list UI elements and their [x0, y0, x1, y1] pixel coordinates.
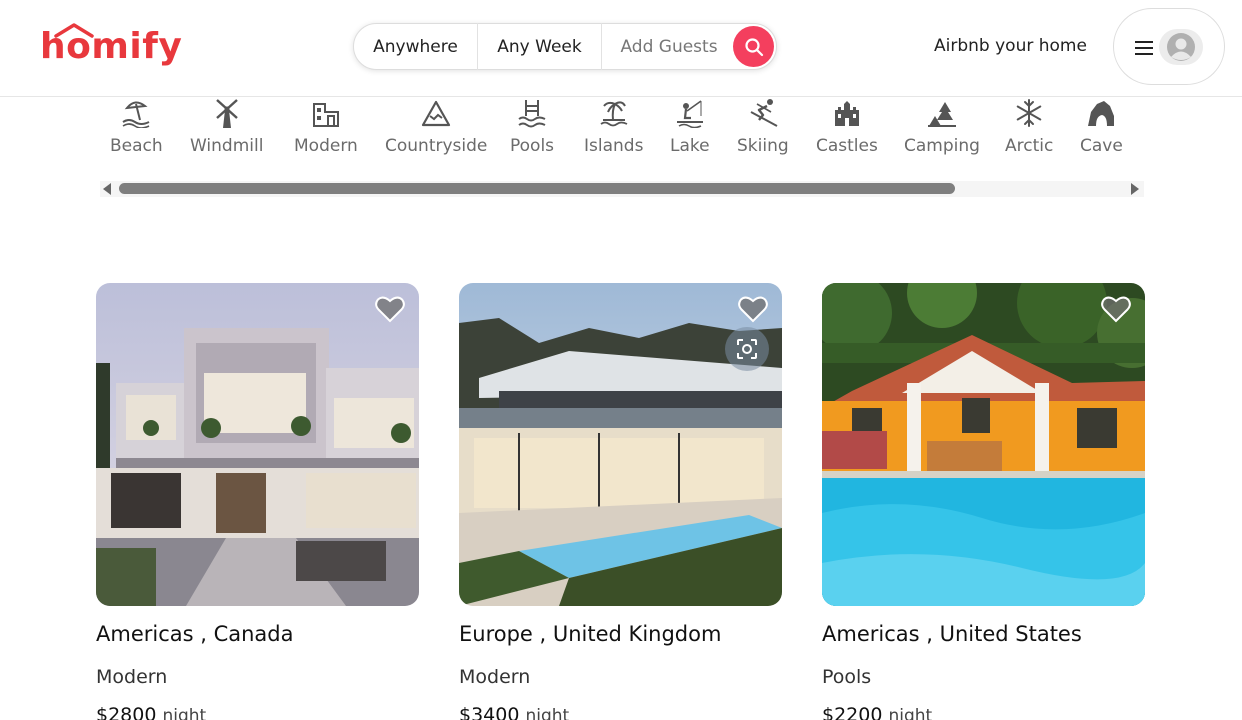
scrollbar-thumb[interactable]	[119, 183, 955, 194]
mountain-icon	[422, 100, 451, 127]
modern-building-icon	[312, 103, 339, 127]
category-bar: Beach Windmill Modern Countryside Pools …	[100, 97, 1145, 167]
category-pools[interactable]: Pools	[510, 97, 554, 156]
category-scrollbar[interactable]	[100, 181, 1144, 197]
favorite-heart-icon[interactable]	[1101, 295, 1131, 323]
category-arctic[interactable]: Arctic	[1005, 97, 1053, 156]
listing-location: Americas , Canada	[96, 622, 294, 646]
category-islands[interactable]: Islands	[584, 97, 643, 156]
user-menu-button[interactable]	[1113, 8, 1225, 85]
price-amount: $2800	[96, 704, 157, 720]
search-where[interactable]: Anywhere	[354, 23, 478, 70]
listing-type: Pools	[822, 666, 872, 688]
lake-fishing-icon	[676, 100, 703, 128]
listing-price: $2800 night	[96, 704, 419, 720]
category-castles[interactable]: Castles	[816, 97, 878, 156]
search-guests[interactable]: Add Guests	[602, 23, 736, 70]
category-lake[interactable]: Lake	[670, 97, 710, 156]
windmill-icon	[215, 99, 238, 128]
price-amount: $2200	[822, 704, 883, 720]
listing-photo[interactable]	[459, 283, 782, 606]
homify-logo[interactable]: homify	[40, 22, 200, 70]
skiing-icon	[750, 99, 778, 127]
category-cave[interactable]: Cave	[1080, 97, 1123, 156]
listing-card[interactable]: Americas , Canada Modern $2800 night	[96, 283, 419, 720]
search-icon	[744, 37, 763, 56]
listing-location: Europe , United Kingdom	[459, 622, 722, 646]
scroll-right-arrow-icon[interactable]	[1130, 183, 1140, 195]
castle-icon	[834, 101, 859, 126]
orange-house-pool-image	[822, 283, 1145, 606]
price-unit: night	[525, 706, 570, 720]
cave-icon	[1088, 101, 1115, 126]
pool-icon	[518, 100, 546, 128]
favorite-heart-icon[interactable]	[738, 295, 768, 323]
visual-search-icon	[737, 339, 757, 359]
price-amount: $3400	[459, 704, 520, 720]
listing-price: $3400 night	[459, 704, 782, 720]
listing-photo[interactable]	[96, 283, 419, 606]
visual-search-button[interactable]	[725, 327, 769, 371]
hamburger-icon	[1135, 41, 1153, 55]
scroll-left-arrow-icon[interactable]	[102, 183, 112, 195]
category-camping[interactable]: Camping	[904, 97, 980, 156]
category-beach[interactable]: Beach	[110, 97, 163, 156]
favorite-heart-icon[interactable]	[375, 295, 405, 323]
price-unit: night	[888, 706, 933, 720]
category-windmill[interactable]: Windmill	[190, 97, 263, 156]
listing-card[interactable]: Americas , United States Pools $2200 nigh…	[822, 283, 1145, 720]
search-button[interactable]	[733, 26, 774, 67]
host-link[interactable]: Airbnb your home	[934, 36, 1087, 56]
logo-text: homify	[40, 26, 183, 67]
category-skiing[interactable]: Skiing	[737, 97, 789, 156]
snowflake-icon	[1016, 99, 1042, 127]
search-bar[interactable]: Anywhere Any Week Add Guests	[353, 23, 777, 70]
modern-villa-image	[96, 283, 419, 606]
island-icon	[600, 101, 628, 127]
category-countryside[interactable]: Countryside	[385, 97, 487, 156]
avatar	[1159, 29, 1203, 65]
category-modern[interactable]: Modern	[294, 97, 358, 156]
listing-location: Americas , United States	[822, 622, 1082, 646]
beach-umbrella-icon	[122, 101, 150, 128]
listing-card[interactable]: Europe , United Kingdom Modern $3400 nigh…	[459, 283, 782, 720]
listing-price: $2200 night	[822, 704, 1145, 720]
listing-type: Modern	[96, 666, 168, 688]
top-header: homify Anywhere Any Week Add Guests Airb…	[0, 0, 1242, 97]
search-when[interactable]: Any Week	[478, 23, 602, 70]
listing-photo[interactable]	[822, 283, 1145, 606]
user-avatar-icon	[1167, 33, 1195, 61]
camping-icon	[927, 102, 956, 127]
price-unit: night	[162, 706, 207, 720]
listing-type: Modern	[459, 666, 531, 688]
